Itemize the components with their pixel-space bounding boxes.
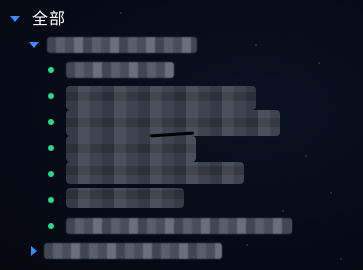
tree-child-row[interactable] (48, 215, 54, 237)
background-speck (330, 192, 332, 194)
status-dot-icon (48, 119, 54, 125)
background-speck (282, 210, 284, 212)
background-speck (246, 244, 248, 246)
caret-right-icon[interactable] (31, 246, 37, 256)
device-tree-panel: 全部 (0, 0, 363, 270)
tree-child-row[interactable] (48, 189, 54, 211)
tree-child-row[interactable] (48, 137, 54, 159)
tree-child-label-obscured[interactable] (66, 218, 292, 234)
tree-child-row[interactable] (48, 111, 54, 133)
tree-child-row[interactable] (48, 85, 54, 107)
status-dot-icon (48, 197, 54, 203)
tree-child-label-obscured[interactable] (66, 62, 174, 78)
caret-down-icon[interactable] (29, 42, 39, 48)
status-dot-icon (48, 93, 54, 99)
tree-group-label-obscured[interactable] (47, 37, 197, 53)
background-speck (120, 12, 122, 14)
status-dot-icon (48, 67, 54, 73)
background-speck (318, 62, 320, 64)
background-speck (340, 258, 342, 260)
status-dot-icon (48, 223, 54, 229)
tree-root-label: 全部 (32, 9, 67, 28)
tree-group-row[interactable] (29, 34, 39, 56)
tree-child-label-obscured[interactable] (66, 136, 196, 162)
status-dot-icon (48, 171, 54, 177)
tree-child-label-obscured[interactable] (66, 162, 244, 184)
tree-child-row[interactable] (48, 163, 54, 185)
tree-child-row[interactable] (48, 59, 54, 81)
tree-collapsed-group-label-obscured[interactable] (44, 243, 222, 259)
tree-child-label-obscured[interactable] (66, 86, 256, 110)
tree-root-row[interactable]: 全部 (10, 8, 66, 30)
tree-collapsed-group-row[interactable] (31, 240, 37, 262)
background-speck (305, 155, 307, 157)
status-dot-icon (48, 145, 54, 151)
background-speck (255, 44, 257, 46)
caret-down-icon[interactable] (10, 16, 20, 22)
tree-child-label-obscured[interactable] (66, 188, 184, 208)
